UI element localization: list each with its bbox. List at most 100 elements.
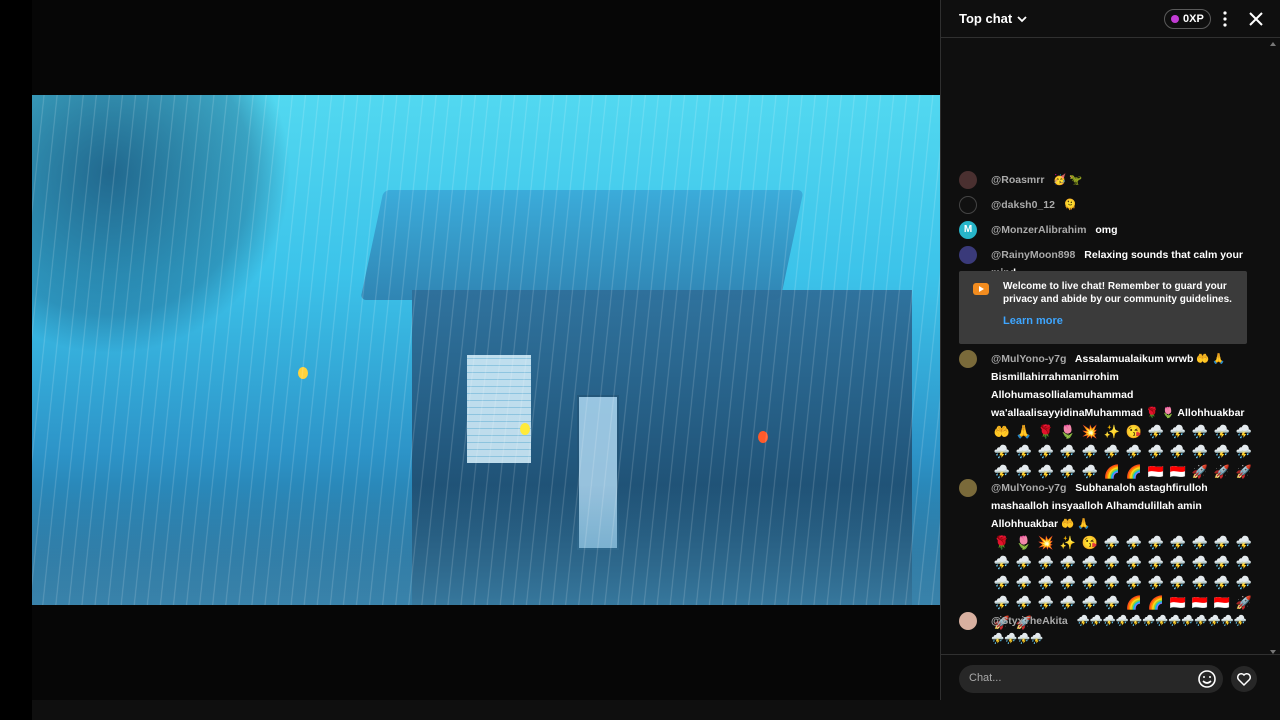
author-name[interactable]: @StyxTheAkita: [991, 615, 1068, 627]
emoji: ⛈️: [1147, 444, 1165, 459]
emoji: ⛈️: [1103, 444, 1121, 459]
emoji: ⛈️: [1213, 444, 1231, 459]
emoji: ⛈️: [1220, 615, 1234, 627]
emoji: ⛈️: [1017, 633, 1031, 645]
emoji: ⛈️: [1059, 575, 1077, 590]
avatar[interactable]: M: [959, 221, 977, 239]
emoji: ✨: [1103, 424, 1121, 439]
emoji: ⛈️: [1169, 535, 1187, 550]
emoji: ⛈️: [1125, 575, 1143, 590]
heart-icon: [1236, 672, 1252, 687]
emoji: ⛈️: [1103, 535, 1121, 550]
emoji: ⛈️: [1015, 444, 1033, 459]
emoji: ⛈️: [1155, 615, 1169, 627]
avatar[interactable]: [959, 196, 977, 214]
emoji: ⛈️: [1089, 615, 1103, 627]
emoji: ⛈️: [1168, 615, 1182, 627]
close-icon[interactable]: [1247, 10, 1265, 28]
emoji: ⛈️: [991, 633, 1005, 645]
author-name[interactable]: @Roasmrr: [991, 174, 1044, 186]
emoji: ✨: [1059, 535, 1077, 550]
chat-header: Top chat 0XP: [941, 0, 1280, 38]
scroll-up-icon[interactable]: [1270, 42, 1276, 46]
emoji: 😘: [1081, 535, 1099, 550]
emoji: 🇮🇩: [1191, 595, 1209, 610]
chat-input-placeholder: Chat...: [969, 672, 1002, 684]
emoji: ⛈️: [1103, 555, 1121, 570]
emoji: 🌹: [1037, 424, 1055, 439]
emoji: 🌹: [993, 535, 1011, 550]
avatar[interactable]: [959, 612, 977, 630]
chat-message: @daksh0_12 🫠: [959, 196, 1255, 214]
emoji: ⛈️: [1191, 555, 1209, 570]
emoji-grid: 🤲 🙏 🌹 🌷 💥 ✨ 😘 ⛈️ ⛈️ ⛈️ ⛈️ ⛈️ ⛈️ ⛈️ ⛈️ ⛈️…: [991, 423, 1255, 481]
emoji: 🌈: [1147, 595, 1165, 610]
welcome-banner: Welcome to live chat! Remember to guard …: [959, 271, 1247, 344]
emoji: ⛈️: [1015, 555, 1033, 570]
author-name[interactable]: @MulYono-y7g: [991, 353, 1066, 365]
emoji: ⛈️: [1169, 575, 1187, 590]
learn-more-link[interactable]: Learn more: [1003, 315, 1063, 327]
emoji: ⛈️: [1169, 424, 1187, 439]
emoji: 😘: [1125, 424, 1143, 439]
emoji: ⛈️: [1235, 555, 1253, 570]
chat-input[interactable]: Chat...: [959, 665, 1223, 693]
chat-scrollbar[interactable]: [1270, 42, 1276, 654]
emoji: 🌷: [1059, 424, 1077, 439]
emoji: ⛈️: [1213, 424, 1231, 439]
emoji: ⛈️: [993, 444, 1011, 459]
author-name[interactable]: @daksh0_12: [991, 199, 1055, 211]
emoji: 🌷: [1015, 535, 1033, 550]
chat-message: M @MonzerAlibrahim omg: [959, 221, 1255, 239]
emoji: ⛈️: [1081, 444, 1099, 459]
author-name[interactable]: @MonzerAlibrahim: [991, 224, 1086, 236]
chevron-down-icon: [1017, 15, 1027, 22]
emoji: ⛈️: [1169, 444, 1187, 459]
emoji: 🌈: [1125, 595, 1143, 610]
emoji: ⛈️: [1037, 444, 1055, 459]
emoji: ⛈️: [1015, 575, 1033, 590]
emoji: ⛈️: [1235, 444, 1253, 459]
emoji: ⛈️: [1235, 575, 1253, 590]
chat-mode-dropdown[interactable]: Top chat: [959, 11, 1028, 26]
emoji: ⛈️: [1235, 424, 1253, 439]
video-frame[interactable]: [32, 95, 940, 605]
smiley-icon[interactable]: [1197, 669, 1217, 689]
emoji: ⛈️: [1129, 615, 1143, 627]
author-name[interactable]: @RainyMoon898: [991, 249, 1075, 261]
rain-overlay: [32, 95, 940, 605]
author-name[interactable]: @MulYono-y7g: [991, 482, 1066, 494]
avatar[interactable]: [959, 479, 977, 497]
more-vert-icon[interactable]: [1220, 10, 1230, 28]
emoji: ⛈️: [1059, 595, 1077, 610]
emoji: ⛈️: [1037, 595, 1055, 610]
chat-footer: Chat...: [941, 654, 1280, 700]
xp-badge[interactable]: 0XP: [1164, 9, 1211, 29]
xp-dot-icon: [1171, 15, 1179, 23]
avatar[interactable]: [959, 246, 977, 264]
message-text: omg: [1095, 224, 1118, 236]
emoji: ⛈️: [1037, 555, 1055, 570]
welcome-text: Welcome to live chat! Remember to guard …: [1003, 281, 1232, 305]
emoji: ⛈️: [1213, 575, 1231, 590]
emoji: 🦖: [1069, 174, 1083, 186]
emoji: ⛈️: [1081, 555, 1099, 570]
emoji: ⛈️: [1115, 615, 1129, 627]
live-chat-panel: Top chat 0XP @Roasmrr 🥳 🦖 @daksh0_12 🫠 M…: [940, 0, 1280, 700]
emoji: 🥳: [1053, 174, 1067, 186]
emoji: ⛈️: [1142, 615, 1156, 627]
avatar[interactable]: [959, 171, 977, 189]
avatar[interactable]: [959, 350, 977, 368]
emoji: ⛈️: [1081, 575, 1099, 590]
emoji: ⛈️: [1125, 555, 1143, 570]
emoji: ⛈️: [1102, 615, 1116, 627]
chat-message: @Roasmrr 🥳 🦖: [959, 171, 1255, 189]
emoji: ⛈️: [1103, 575, 1121, 590]
youtube-icon: [973, 283, 989, 295]
emoji: ⛈️: [1015, 595, 1033, 610]
chat-title: Top chat: [959, 11, 1013, 26]
emoji: ⛈️: [1207, 615, 1221, 627]
heart-button[interactable]: [1231, 666, 1257, 692]
emoji: ⛈️: [1213, 555, 1231, 570]
chat-message: @StyxTheAkita ⛈️⛈️⛈️⛈️⛈️⛈️⛈️⛈️⛈️⛈️⛈️⛈️⛈️…: [959, 612, 1255, 648]
